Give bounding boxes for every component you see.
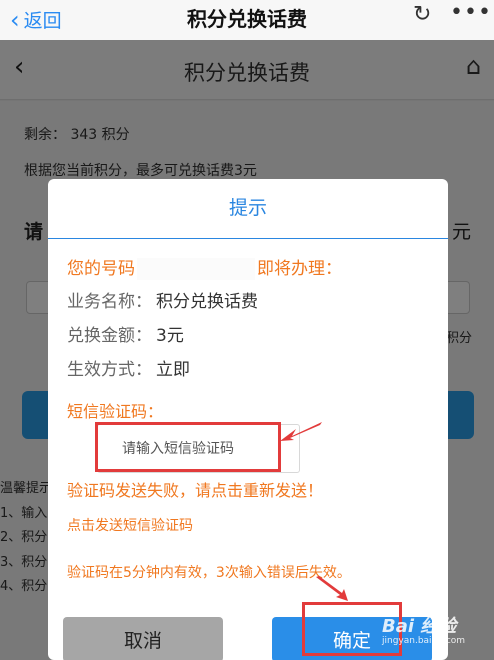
phone-prefix: 您的号码: [67, 259, 135, 279]
row-value: 3元: [156, 326, 184, 346]
arrow-annotation-icon: [316, 576, 348, 601]
dialog-title: 提示: [48, 179, 448, 239]
cancel-button[interactable]: 取消: [63, 617, 223, 660]
confirm-dialog: 提示 您的号码 即将办理： 业务名称： 积分兑换话费 兑换金额： 3元 生效方式： 立即…: [48, 179, 448, 660]
row-value: 立即: [156, 360, 190, 380]
row-value: 积分兑换话费: [156, 292, 258, 312]
row-label: 业务名称：: [67, 292, 152, 312]
arrow-annotation-icon: [280, 422, 322, 441]
info-row-amount: 兑换金额： 3元: [67, 321, 184, 346]
send-sms-code-link[interactable]: 点击发送短信验证码: [67, 515, 193, 535]
more-icon[interactable]: •••: [450, 0, 492, 25]
watermark-url: jingyan.baidu.com: [382, 636, 466, 646]
info-row-service: 业务名称： 积分兑换话费: [67, 287, 258, 312]
row-label: 生效方式：: [67, 360, 152, 380]
send-failure-message: 验证码发送失败，请点击重新发送！: [67, 481, 324, 500]
code-validity-note: 验证码在5分钟内有效，3次输入错误后失效。: [67, 565, 351, 581]
info-row-effect: 生效方式： 立即: [67, 355, 190, 380]
watermark-brand: Bai 经验: [382, 616, 457, 637]
app-nav-bar: ‹ 返回 积分兑换话费 ↻ •••: [0, 0, 494, 40]
watermark-logo: Bai 经验 jingyan.baidu.com: [382, 612, 465, 646]
input-highlight-box: [95, 422, 281, 472]
phone-suffix: 即将办理：: [257, 259, 342, 279]
phone-number-mask: [137, 258, 255, 280]
sms-code-label: 短信验证码：: [67, 402, 164, 421]
phone-notice: 您的号码 即将办理：: [67, 254, 342, 280]
refresh-icon[interactable]: ↻: [413, 2, 431, 27]
row-label: 兑换金额：: [67, 326, 152, 346]
